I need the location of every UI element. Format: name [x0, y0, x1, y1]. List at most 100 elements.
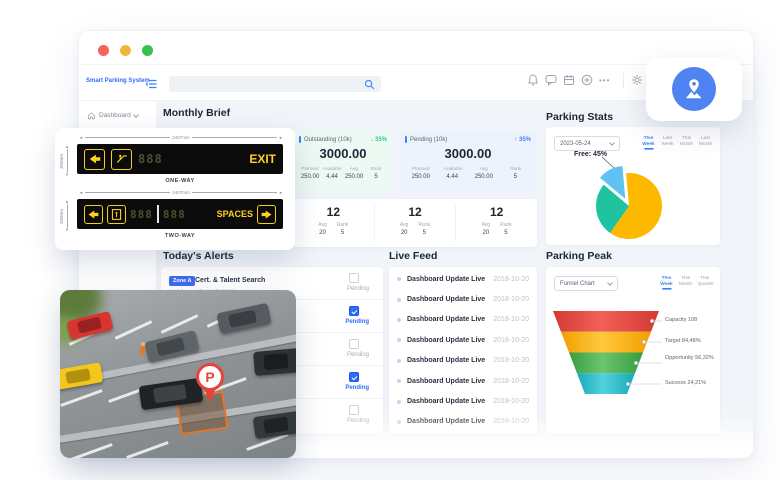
- parking-line: [115, 320, 153, 340]
- parking-stats-title: Parking Stats: [546, 111, 613, 123]
- live-feed-card: Dashboard Update Live2018-10-20 Dashboar…: [389, 267, 537, 434]
- pin-letter: P: [205, 369, 214, 385]
- search-icon[interactable]: [364, 79, 375, 90]
- window-close-dot[interactable]: [98, 45, 109, 56]
- parking-peak-card: Funnel Chart This Week This Month This Q…: [546, 267, 720, 434]
- feed-row[interactable]: Dashboard Update Live2018-10-20: [389, 330, 537, 350]
- sidebar-item-dashboard[interactable]: Dashboard: [87, 111, 138, 120]
- funnel-stage-capacity[interactable]: [553, 311, 659, 332]
- left-arrow-icon: [84, 149, 105, 170]
- car-suv: [253, 348, 296, 376]
- feed-row[interactable]: Dashboard Update Live2018-10-20: [389, 269, 537, 289]
- pie-chart: Free: 45%: [546, 127, 720, 245]
- avatar: [672, 67, 716, 111]
- bell-icon[interactable]: [527, 74, 539, 86]
- escalator-icon: [111, 149, 132, 170]
- right-arrow-icon: [257, 205, 276, 224]
- pending-label: Pending: [347, 286, 369, 292]
- chat-icon[interactable]: [545, 74, 557, 86]
- plus-circle-icon[interactable]: [581, 74, 593, 86]
- home-icon: [87, 111, 96, 120]
- exit-text: EXIT: [249, 152, 276, 166]
- feed-dot: [397, 379, 401, 383]
- calendar-icon[interactable]: [563, 74, 575, 86]
- car-bottom-right: [253, 411, 296, 439]
- parking-pin[interactable]: P: [194, 362, 226, 404]
- one-way-label: ONE-WAY: [77, 178, 283, 184]
- two-way-sign: 888 888 SPACES: [77, 199, 283, 229]
- pending-checkbox[interactable]: [349, 306, 359, 316]
- alert-title: Cert. & Talent Search: [195, 277, 265, 284]
- pending-checkbox[interactable]: [349, 339, 359, 349]
- zone-badge: Zone A: [169, 276, 195, 286]
- parking-line: [60, 389, 102, 407]
- search-bar: [169, 76, 381, 92]
- delta-badge: ↑ 35%: [514, 137, 531, 143]
- funnel-label-target: Target 84,48%: [665, 338, 715, 345]
- car-yellow: [60, 362, 103, 390]
- live-feed-title: Live Feed: [389, 250, 437, 262]
- funnel-chart: [546, 267, 720, 434]
- width-dimension: ◄ 2407mm ►: [79, 135, 283, 140]
- height-dimension: ▲▼ 300mm: [63, 145, 71, 177]
- feed-row[interactable]: Dashboard Update Live2018-10-20: [389, 289, 537, 309]
- parking-peak-title: Parking Peak: [546, 250, 612, 262]
- width-dimension: ◄ 2407mm ►: [79, 190, 283, 195]
- mini-stat: 12 Avg20 Rank5: [455, 205, 537, 241]
- card-title: Pending (10k): [410, 137, 447, 143]
- one-way-sign: 888 EXIT: [77, 144, 283, 174]
- mini-stats-card: 12 Avg20 Rank5 12 Avg20 Rank5 12 Avg20 R…: [293, 199, 537, 247]
- card-tick: [405, 136, 407, 143]
- parking-line: [70, 443, 112, 458]
- feed-dot: [397, 277, 401, 281]
- funnel-stage-opportunity[interactable]: [569, 353, 643, 374]
- funnel-label-opportunity: Opportunity 56,32%: [665, 355, 715, 362]
- parking-line: [126, 441, 168, 458]
- more-icon[interactable]: •••: [599, 76, 610, 85]
- stat-card-outstanding: Outstanding (10k) ↓ 35% 3000.00 Planned2…: [293, 131, 393, 193]
- pending-label: Pending: [347, 352, 369, 358]
- feed-dot: [397, 359, 401, 363]
- feed-dot: [397, 338, 401, 342]
- feed-row[interactable]: Dashboard Update Live2018-10-20: [389, 412, 537, 432]
- pending-label: Pending: [345, 319, 369, 325]
- feed-row[interactable]: Dashboard Update Live2018-10-20: [389, 371, 537, 391]
- parking-stats-card: 2023-05-24 This Week Last Week This Mont…: [546, 127, 720, 245]
- map-pin-icon: [681, 76, 707, 102]
- feed-row[interactable]: Dashboard Update Live2018-10-20: [389, 310, 537, 330]
- led-signs-card: ◄ 2407mm ► ▲▼ 300mm 888 EXIT ONE-WAY ◄ 2…: [55, 128, 295, 250]
- feed-dot: [397, 420, 401, 424]
- card-value: 3000.00: [405, 146, 531, 161]
- pending-label: Pending: [345, 385, 369, 391]
- feed-dot: [397, 400, 401, 404]
- pie-label-line: [602, 157, 614, 168]
- pending-checkbox[interactable]: [349, 372, 359, 382]
- feed-row[interactable]: Dashboard Update Live2018-10-20: [389, 351, 537, 371]
- person-figure: [140, 346, 145, 355]
- height-dimension: ▲▼ 300mm: [63, 200, 71, 232]
- funnel-stage-target[interactable]: [561, 332, 651, 353]
- funnel-label-capacity: Capacity 108: [665, 317, 715, 324]
- funnel-label-success: Success 24,21%: [665, 380, 715, 387]
- delta-badge: ↓ 35%: [370, 137, 387, 143]
- window-minimize-dot[interactable]: [120, 45, 131, 56]
- sidebar-collapse-icon[interactable]: [145, 79, 157, 89]
- spaces-text: SPACES: [217, 209, 253, 219]
- header-separator: [623, 73, 624, 87]
- search-input[interactable]: [175, 77, 355, 90]
- two-way-label: TWO-WAY: [77, 233, 283, 239]
- chevron-down-icon: [133, 112, 139, 118]
- window-maximize-dot[interactable]: [142, 45, 153, 56]
- map-avatar-card[interactable]: [646, 57, 742, 121]
- left-arrow-icon: [84, 205, 103, 224]
- gear-icon[interactable]: [631, 74, 643, 86]
- card-value: 3000.00: [299, 146, 387, 161]
- led-digits: 888: [138, 152, 163, 166]
- alerts-title: Today's Alerts: [163, 250, 234, 262]
- pie-free-label: Free: 45%: [574, 151, 608, 158]
- card-title: Outstanding (10k): [304, 137, 352, 143]
- feed-row[interactable]: Dashboard Update Live2018-10-20: [389, 391, 537, 411]
- pending-checkbox[interactable]: [349, 273, 359, 283]
- pending-checkbox[interactable]: [349, 405, 359, 415]
- card-tick: [299, 136, 301, 143]
